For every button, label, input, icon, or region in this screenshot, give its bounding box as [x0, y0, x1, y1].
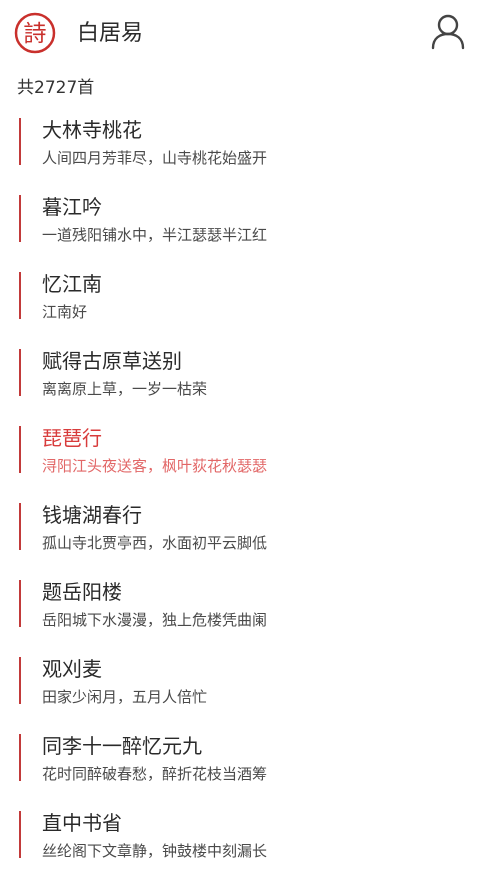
poem-item[interactable]: 暮江吟 一道残阳铺水中，半江瑟瑟半江红 [0, 194, 480, 271]
accent-bar [19, 503, 21, 550]
poem-count: 共2727首 [17, 78, 95, 98]
poem-title: 忆江南 [42, 272, 102, 296]
poem-first-line: 离离原上草，一岁一枯荣 [42, 380, 208, 398]
poem-list: 大林寺桃花 人间四月芳菲尽，山寺桃花始盛开 暮江吟 一道残阳铺水中，半江瑟瑟半江… [0, 117, 480, 887]
logo-text: 詩 [24, 21, 47, 47]
poem-item[interactable]: 直中书省 丝纶阁下文章静，钟鼓楼中刻漏长 [0, 810, 480, 887]
poem-first-line: 浔阳江头夜送客，枫叶荻花秋瑟瑟 [42, 457, 268, 475]
poem-item[interactable]: 观刈麦 田家少闲月，五月人倍忙 [0, 656, 480, 733]
app-header: 詩 白居易 [0, 0, 480, 68]
poem-item[interactable]: 忆江南 江南好 [0, 271, 480, 348]
poem-title: 钱塘湖春行 [42, 503, 142, 527]
poem-item[interactable]: 题岳阳楼 岳阳城下水漫漫，独上危楼凭曲阑 [0, 579, 480, 656]
poem-first-line: 人间四月芳菲尽，山寺桃花始盛开 [42, 149, 268, 167]
poem-first-line: 岳阳城下水漫漫，独上危楼凭曲阑 [42, 611, 268, 629]
poem-first-line: 花时同醉破春愁，醉折花枝当酒筹 [42, 765, 268, 783]
accent-bar [19, 657, 21, 704]
poem-title: 赋得古原草送别 [42, 349, 182, 373]
accent-bar [19, 734, 21, 781]
poem-first-line: 丝纶阁下文章静，钟鼓楼中刻漏长 [42, 842, 268, 860]
poem-title: 题岳阳楼 [42, 580, 122, 604]
poem-first-line: 一道残阳铺水中，半江瑟瑟半江红 [42, 226, 268, 244]
poem-item[interactable]: 大林寺桃花 人间四月芳菲尽，山寺桃花始盛开 [0, 117, 480, 194]
poem-item[interactable]: 赋得古原草送别 离离原上草，一岁一枯荣 [0, 348, 480, 425]
accent-bar [19, 811, 21, 858]
poem-title: 暮江吟 [42, 195, 102, 219]
poem-first-line: 孤山寺北贾亭西，水面初平云脚低 [42, 534, 268, 552]
accent-bar [19, 580, 21, 627]
user-icon [431, 14, 465, 50]
poem-title: 直中书省 [42, 811, 122, 835]
poem-item-active[interactable]: 琵琶行 浔阳江头夜送客，枫叶荻花秋瑟瑟 [0, 425, 480, 502]
accent-bar [19, 195, 21, 242]
accent-bar [19, 118, 21, 165]
accent-bar [19, 272, 21, 319]
poem-title: 同李十一醉忆元九 [42, 734, 202, 758]
page-title: 白居易 [77, 21, 144, 46]
poem-title: 大林寺桃花 [42, 118, 142, 142]
poem-title: 琵琶行 [42, 426, 102, 450]
accent-bar [19, 349, 21, 396]
poem-title: 观刈麦 [42, 657, 102, 681]
user-profile-button[interactable] [428, 12, 468, 54]
poem-first-line: 江南好 [42, 303, 88, 321]
seal-logo-icon: 詩 [14, 12, 56, 54]
poem-first-line: 田家少闲月，五月人倍忙 [42, 688, 208, 706]
poem-item[interactable]: 同李十一醉忆元九 花时同醉破春愁，醉折花枝当酒筹 [0, 733, 480, 810]
poem-item[interactable]: 钱塘湖春行 孤山寺北贾亭西，水面初平云脚低 [0, 502, 480, 579]
accent-bar [19, 426, 21, 473]
